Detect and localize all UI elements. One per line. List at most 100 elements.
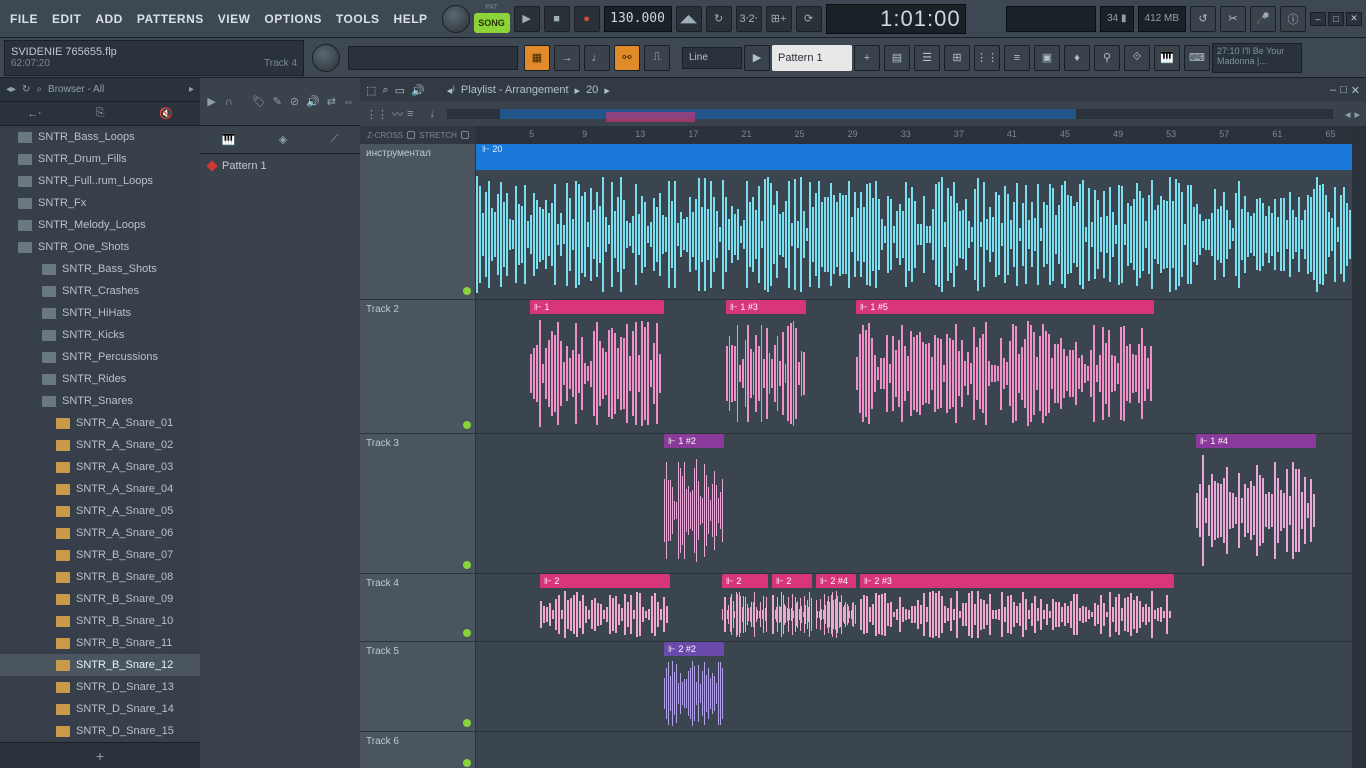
track-header[interactable]: Track 6: [360, 732, 476, 768]
minimize-button[interactable]: –: [1310, 12, 1326, 26]
browser-item[interactable]: SNTR_Full..rum_Loops: [0, 170, 200, 192]
browser-item[interactable]: SNTR_Melody_Loops: [0, 214, 200, 236]
select-tool-icon[interactable]: ⬚: [366, 84, 376, 97]
browser-item[interactable]: SNTR_Rides: [0, 368, 200, 390]
browser-item[interactable]: SNTR_A_Snare_05: [0, 500, 200, 522]
playlist-close-icon[interactable]: ✕: [1351, 84, 1360, 97]
audio-clip[interactable]: ⊩ 1 #2: [664, 434, 724, 573]
step-seq-button[interactable]: →: [554, 45, 580, 71]
browser-item[interactable]: SNTR_A_Snare_02: [0, 434, 200, 456]
menu-file[interactable]: FILE: [4, 8, 44, 30]
info-icon[interactable]: ⓘ: [1280, 6, 1306, 32]
stretch-toggle[interactable]: [461, 131, 469, 139]
mute-all-icon[interactable]: ⊘: [289, 94, 300, 110]
track-lane[interactable]: [476, 732, 1352, 768]
chevron-right-icon[interactable]: ▸: [189, 84, 194, 95]
browser-item[interactable]: SNTR_Percussions: [0, 346, 200, 368]
magnet-icon[interactable]: ∩: [223, 94, 234, 110]
browser-item[interactable]: SNTR_A_Snare_03: [0, 456, 200, 478]
menu-add[interactable]: ADD: [89, 8, 129, 30]
audio-clip[interactable]: ⊩ 2: [540, 574, 670, 641]
browser-item[interactable]: SNTR_B_Snare_07: [0, 544, 200, 566]
record-button[interactable]: ●: [574, 6, 600, 32]
audio-clip[interactable]: ⊩ 1 #3: [726, 300, 806, 433]
play-pattern-button[interactable]: ▶: [744, 45, 770, 71]
track-mute-dot[interactable]: [463, 287, 471, 295]
menu-edit[interactable]: EDIT: [46, 8, 87, 30]
menu-view[interactable]: VIEW: [212, 8, 257, 30]
browser-item[interactable]: SNTR_B_Snare_09: [0, 588, 200, 610]
track-mute-dot[interactable]: [463, 759, 471, 767]
view-channelrack-button[interactable]: ⊞: [944, 45, 970, 71]
view-mixer-button[interactable]: ⋮⋮: [974, 45, 1000, 71]
speaker-preview-icon[interactable]: 🔊: [411, 84, 425, 97]
browser-mute-icon[interactable]: 🔇: [159, 107, 173, 120]
view-playlist-button[interactable]: ▤: [884, 45, 910, 71]
scissors-icon[interactable]: ✂: [1220, 6, 1246, 32]
browser-item[interactable]: SNTR_HiHats: [0, 302, 200, 324]
wait-input-button[interactable]: ↻: [706, 6, 732, 32]
browser-item[interactable]: SNTR_A_Snare_04: [0, 478, 200, 500]
track-mute-dot[interactable]: [463, 719, 471, 727]
track-lane[interactable]: ⊩ 1⊩ 1 #3⊩ 1 #5: [476, 300, 1352, 433]
browser-item[interactable]: SNTR_Fx: [0, 192, 200, 214]
channel-rack-button[interactable]: ⎍: [644, 45, 670, 71]
tempo-tap-button[interactable]: ♦: [1064, 45, 1090, 71]
slip-icon[interactable]: ⇔: [343, 94, 354, 110]
piano-roll-button[interactable]: ♩: [584, 45, 610, 71]
track-header[interactable]: инструментал: [360, 144, 476, 299]
scroll-right-icon[interactable]: ▸: [1354, 108, 1360, 121]
wave-icon[interactable]: 〰: [392, 106, 403, 122]
view-browser-button[interactable]: ≡: [1004, 45, 1030, 71]
loop-rec-button[interactable]: ⟳: [796, 6, 822, 32]
track-header[interactable]: Track 3: [360, 434, 476, 573]
song-mode-button[interactable]: SONG: [474, 13, 510, 33]
brush-icon[interactable]: ✎: [272, 94, 283, 110]
timeline-ruler[interactable]: 591317212529333741454953576165: [476, 126, 1352, 144]
minimap[interactable]: [447, 109, 1333, 119]
browser-add-button[interactable]: +: [0, 742, 200, 768]
track-mute-dot[interactable]: [463, 629, 471, 637]
track-lane[interactable]: ⊩ 2⊩ 2⊩ 2⊩ 2 #4⊩ 2 #3: [476, 574, 1352, 641]
play-button[interactable]: ▶: [514, 6, 540, 32]
track-mute-dot[interactable]: [463, 561, 471, 569]
audio-clip[interactable]: [476, 156, 1352, 299]
midi-settings-button[interactable]: 🎹: [1154, 45, 1180, 71]
browser-item[interactable]: SNTR_D_Snare_14: [0, 698, 200, 720]
browser-item[interactable]: SNTR_B_Snare_12: [0, 654, 200, 676]
playlist-body[interactable]: инструментал⊩ 20Track 2⊩ 1⊩ 1 #3⊩ 1 #5Tr…: [360, 144, 1352, 768]
audio-clip[interactable]: ⊩ 2 #2: [664, 642, 724, 731]
piano-icon[interactable]: 🎹: [222, 133, 236, 146]
browser-item[interactable]: SNTR_A_Snare_06: [0, 522, 200, 544]
audio-clip[interactable]: ⊩ 2 #3: [860, 574, 1174, 641]
countdown-button[interactable]: 3⸱2⸱: [736, 6, 762, 32]
close-button[interactable]: ✕: [1346, 12, 1362, 26]
arrange-windows-button[interactable]: ⟐: [1124, 45, 1150, 71]
browser-item[interactable]: SNTR_B_Snare_11: [0, 632, 200, 654]
browser-item[interactable]: SNTR_Kicks: [0, 324, 200, 346]
automation-icon[interactable]: ⟋: [331, 133, 339, 146]
metronome-button[interactable]: ◢◣: [676, 6, 702, 32]
menu-options[interactable]: OPTIONS: [258, 8, 328, 30]
scroll-left-icon[interactable]: ◂: [1345, 108, 1351, 121]
close-all-button[interactable]: ⚲: [1094, 45, 1120, 71]
view-pianoroll-button[interactable]: ☰: [914, 45, 940, 71]
audio-clip[interactable]: ⊩ 1 #5: [856, 300, 1154, 433]
track-lane[interactable]: ⊩ 2 #2: [476, 642, 1352, 731]
playlist-menu-icon[interactable]: ◂⁾: [447, 84, 455, 97]
track-header[interactable]: Track 5: [360, 642, 476, 731]
refresh-icon[interactable]: ↻: [22, 84, 30, 95]
audio-clip[interactable]: ⊩ 2: [722, 574, 768, 641]
pattern-plus-button[interactable]: +: [854, 45, 880, 71]
browser-item[interactable]: SNTR_Crashes: [0, 280, 200, 302]
playlist-vscroll[interactable]: [1352, 144, 1366, 768]
tag-icon[interactable]: 🏷: [252, 94, 266, 110]
mic-icon[interactable]: 🎤: [1250, 6, 1276, 32]
pitch-knob[interactable]: [312, 44, 340, 72]
collapse-icon[interactable]: ◂▸: [6, 84, 16, 95]
browser-item[interactable]: SNTR_Bass_Shots: [0, 258, 200, 280]
overdub-button[interactable]: ⊞+: [766, 6, 792, 32]
song-position-display[interactable]: 1:01:00: [826, 4, 966, 34]
playlist-maximize-icon[interactable]: □: [1340, 84, 1347, 97]
browser-item[interactable]: SNTR_Snares: [0, 390, 200, 412]
